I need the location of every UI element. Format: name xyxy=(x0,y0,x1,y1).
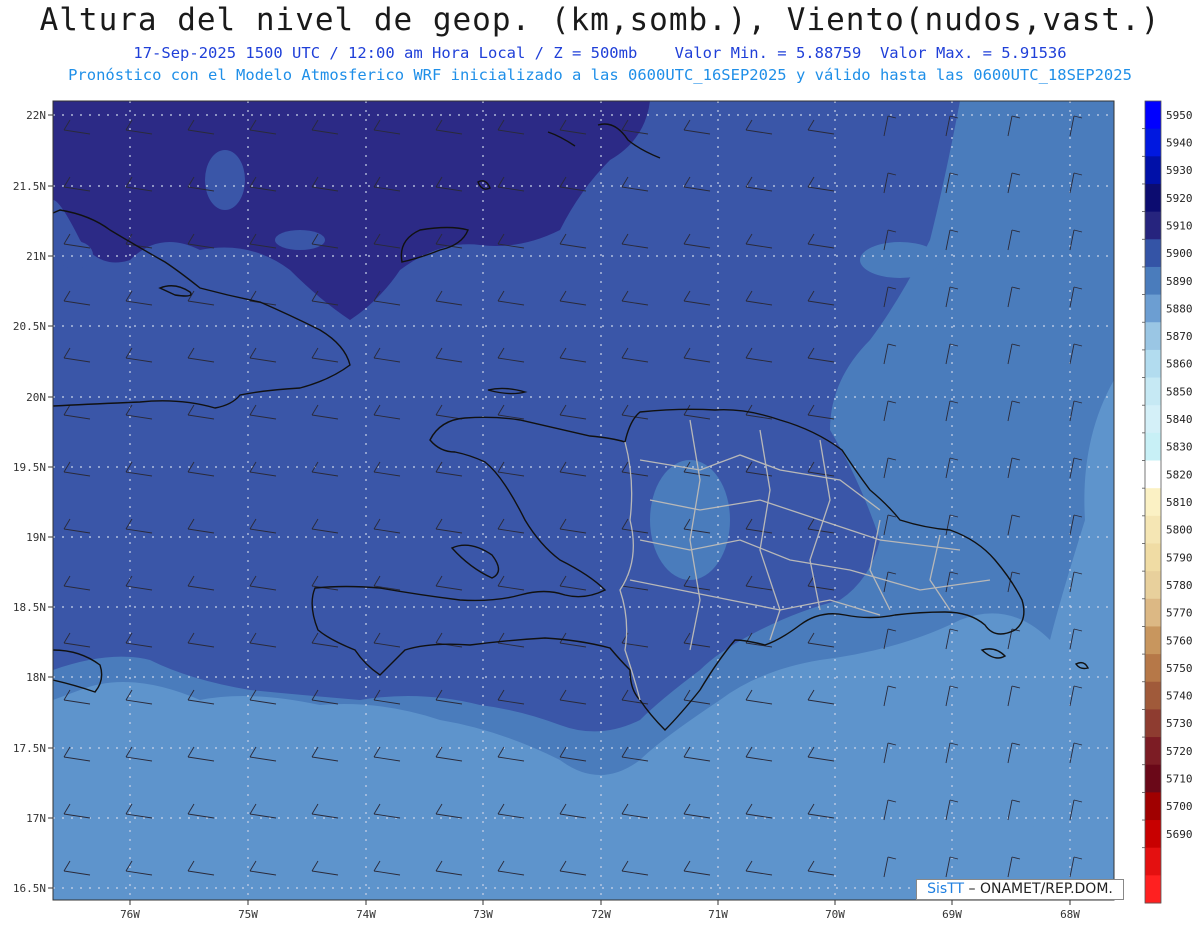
lon-tick-label: 76W xyxy=(120,908,140,921)
colorbar-label: 5740 xyxy=(1166,690,1193,703)
colorbar-label: 5920 xyxy=(1166,192,1193,205)
colorbar-swatch xyxy=(1145,488,1161,517)
lat-tick-label: 17.5N xyxy=(13,742,46,755)
lat-tick-label: 17N xyxy=(26,812,46,825)
colorbar-label: 5830 xyxy=(1166,441,1193,454)
contour-spot xyxy=(275,230,325,250)
colorbar-label: 5850 xyxy=(1166,385,1193,398)
colorbar-swatch xyxy=(1145,681,1161,710)
colorbar-label: 5790 xyxy=(1166,551,1193,564)
colorbar-swatch xyxy=(1145,571,1161,600)
colorbar-swatch xyxy=(1145,266,1161,296)
colorbar-swatch xyxy=(1145,128,1161,157)
colorbar-swatch xyxy=(1145,211,1161,240)
colorbar-label: 5880 xyxy=(1166,302,1193,315)
colorbar-swatch xyxy=(1145,820,1161,849)
colorbar-swatch xyxy=(1145,183,1161,213)
lat-tick-label: 21N xyxy=(26,250,46,263)
contour-spot xyxy=(860,242,940,278)
contour-field xyxy=(53,101,1114,900)
colorbar-swatch xyxy=(1145,460,1161,489)
colorbar-label: 5810 xyxy=(1166,496,1193,509)
colorbar-swatch xyxy=(1145,377,1161,406)
colorbar-swatch xyxy=(1145,737,1161,766)
colorbar-label: 5760 xyxy=(1166,634,1193,647)
lon-tick-label: 73W xyxy=(473,908,493,921)
lat-tick-label: 21.5N xyxy=(13,180,46,193)
credit-brand: SisTT xyxy=(927,881,965,897)
colorbar-label: 5950 xyxy=(1166,109,1193,122)
colorbar-label: 5930 xyxy=(1166,164,1193,177)
colorbar-swatch xyxy=(1145,349,1161,379)
colorbar-label: 5770 xyxy=(1166,607,1193,620)
credit-org: – ONAMET/REP.DOM. xyxy=(964,881,1113,897)
colorbar-swatch xyxy=(1145,626,1161,655)
lat-tick-label: 20.5N xyxy=(13,320,46,333)
colorbar-label: 5860 xyxy=(1166,358,1193,371)
colorbar-swatch xyxy=(1145,294,1161,323)
colorbar-label: 5800 xyxy=(1166,524,1193,537)
colorbar-swatch xyxy=(1145,847,1161,876)
colorbar-label: 5840 xyxy=(1166,413,1193,426)
coast-jamaica-north xyxy=(53,639,54,640)
colorbar-label: 5750 xyxy=(1166,662,1193,675)
lon-tick-label: 72W xyxy=(591,908,611,921)
colorbar-label: 5720 xyxy=(1166,745,1193,758)
lat-tick-label: 18N xyxy=(26,671,46,684)
lat-tick-label: 22N xyxy=(26,109,46,122)
lon-tick-label: 68W xyxy=(1060,908,1080,921)
colorbar-swatch xyxy=(1145,598,1161,627)
colorbar-label: 5910 xyxy=(1166,219,1193,232)
colorbar-label: 5710 xyxy=(1166,773,1193,786)
colorbar-label: 5690 xyxy=(1166,828,1193,841)
colorbar-swatch xyxy=(1145,432,1161,462)
colorbar-swatch xyxy=(1145,543,1161,572)
lat-tick-label: 20N xyxy=(26,391,46,404)
coast-cuba-south xyxy=(53,406,54,407)
lon-tick-label: 70W xyxy=(825,908,845,921)
colorbar-swatch xyxy=(1145,709,1161,738)
colorbar-label: 5700 xyxy=(1166,800,1193,813)
colorbar-swatch xyxy=(1145,405,1161,434)
colorbar-swatch xyxy=(1145,654,1161,683)
colorbar-swatch xyxy=(1145,875,1161,904)
colorbar-swatch xyxy=(1145,322,1161,351)
colorbar-swatch xyxy=(1145,156,1161,185)
colorbar-swatch xyxy=(1145,101,1161,130)
lat-tick-label: 19.5N xyxy=(13,461,46,474)
colorbar-swatch xyxy=(1145,515,1161,544)
lat-tick-label: 18.5N xyxy=(13,601,46,614)
lon-tick-label: 71W xyxy=(708,908,728,921)
credit-box: SisTT – ONAMET/REP.DOM. xyxy=(916,879,1124,900)
contour-spot xyxy=(57,241,93,269)
colorbar-label: 5780 xyxy=(1166,579,1193,592)
lat-tick-label: 19N xyxy=(26,531,46,544)
colorbar-label: 5820 xyxy=(1166,468,1193,481)
colorbar-swatch xyxy=(1145,792,1161,821)
colorbar-swatch xyxy=(1145,239,1161,268)
colorbar-label: 5870 xyxy=(1166,330,1193,343)
colorbar-label: 5730 xyxy=(1166,717,1193,730)
lon-tick-label: 69W xyxy=(942,908,962,921)
colorbar-label: 5900 xyxy=(1166,247,1193,260)
lat-tick-label: 16.5N xyxy=(13,882,46,895)
colorbar: 5950 5940 5930 5920 5910 5900 5890 5880 5870 5860… xyxy=(1142,100,1193,904)
lon-tick-label: 74W xyxy=(356,908,376,921)
lon-tick-label: 75W xyxy=(238,908,258,921)
colorbar-label: 5940 xyxy=(1166,136,1193,149)
forecast-map: 76W 75W 74W 73W 72W 71W 70W 69W 68W 22N 21.5N 21N 20… xyxy=(13,100,1193,921)
contour-spot xyxy=(205,150,245,210)
colorbar-swatch xyxy=(1145,764,1161,793)
colorbar-label: 5890 xyxy=(1166,275,1193,288)
